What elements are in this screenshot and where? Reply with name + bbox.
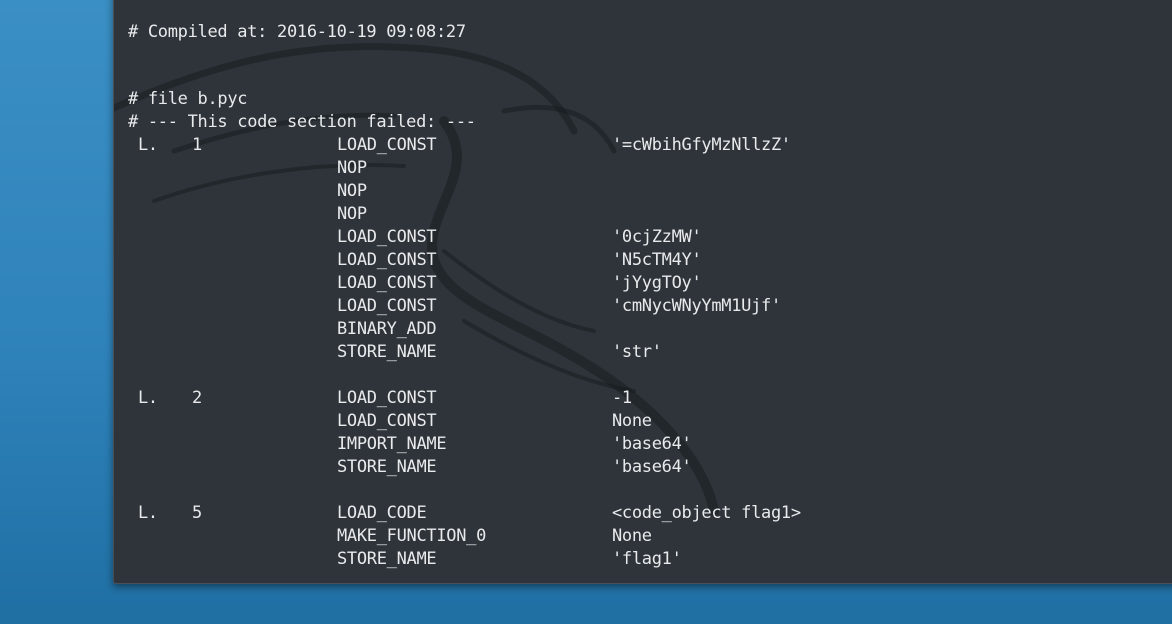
compiled-at-line: # Compiled at: 2016-10-19 09:08:27: [114, 0, 466, 42]
failed-comment-line: # --- This code section failed: ---: [114, 88, 476, 132]
line-label: L.: [138, 503, 158, 523]
failed-comment-text: # --- This code section failed: ---: [128, 112, 476, 132]
source-line-number: 5: [192, 503, 202, 523]
opcode-name: LOAD_CONST: [337, 296, 437, 316]
source-line-number: 1: [192, 135, 202, 155]
opcode-name: LOAD_CONST: [337, 227, 437, 247]
opcode-name: LOAD_CONST: [337, 411, 437, 431]
opcode-value: 'N5cTM4Y': [612, 250, 702, 270]
opcode-value: 'jYygTOy': [612, 273, 702, 293]
opcode-name: STORE_NAME: [337, 457, 437, 477]
opcode-name: STORE_NAME: [337, 549, 437, 569]
opcode-name: IMPORT_NAME: [337, 434, 447, 454]
opcode-value: '=cWbihGfyMzNllzZ': [612, 135, 791, 155]
opcode-value: None: [612, 526, 652, 546]
opcode-value: 'str': [612, 342, 662, 362]
opcode-value: 'base64': [612, 457, 692, 477]
opcode-name: STORE_NAME: [337, 342, 437, 362]
opcode-value: -1: [612, 388, 632, 408]
file-comment-line: # file b.pyc: [114, 65, 248, 109]
opcode-name: LOAD_CODE: [337, 503, 427, 523]
opcode-name: LOAD_CONST: [337, 135, 437, 155]
line-label: L.: [138, 388, 158, 408]
source-line-number: 2: [192, 388, 202, 408]
opcode-name: BINARY_ADD: [337, 319, 437, 339]
opcode-value: None: [612, 411, 652, 431]
opcode-name: NOP: [337, 204, 367, 224]
opcode-name: NOP: [337, 158, 367, 178]
opcode-name: LOAD_CONST: [337, 273, 437, 293]
opcode-name: MAKE_FUNCTION_0: [337, 526, 487, 546]
opcode-name: LOAD_CONST: [337, 388, 437, 408]
opcode-value: 'cmNycWNyYmM1Ujf': [612, 296, 781, 316]
opcode-value: <code_object flag1>: [612, 503, 801, 523]
terminal-window[interactable]: # Compiled at: 2016-10-19 09:08:27 # fil…: [113, 0, 1172, 584]
opcode-name: NOP: [337, 181, 367, 201]
opcode-value: '0cjZzMW': [612, 227, 702, 247]
opcode-name: LOAD_CONST: [337, 250, 437, 270]
line-label: L.: [138, 135, 158, 155]
opcode-value: 'base64': [612, 434, 692, 454]
compiled-at-text: # Compiled at: 2016-10-19 09:08:27: [128, 22, 466, 42]
opcode-value: 'flag1': [612, 549, 682, 569]
